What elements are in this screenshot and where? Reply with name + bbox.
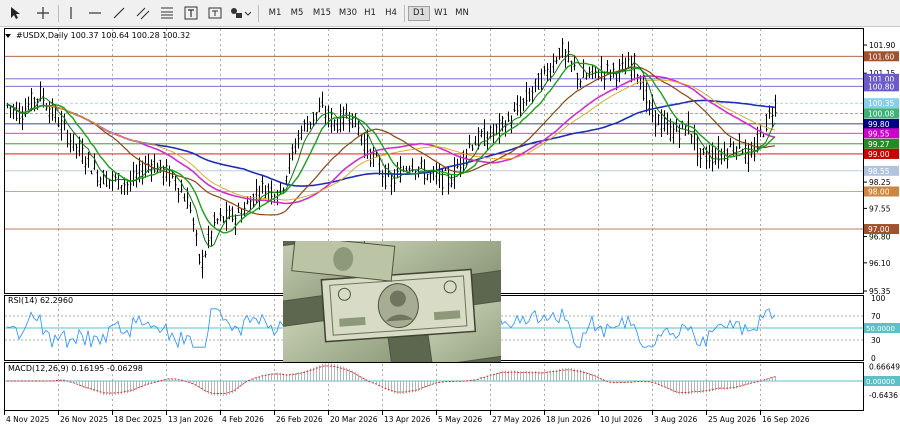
price-level-label: 100.08 bbox=[868, 109, 894, 118]
date-label: 4 Feb 2026 bbox=[222, 415, 264, 424]
date-label: 13 Jan 2026 bbox=[168, 415, 213, 424]
date-label: 3 Aug 2026 bbox=[654, 415, 697, 424]
toolbar-separator bbox=[58, 5, 59, 22]
date-label: 10 Jul 2026 bbox=[600, 415, 643, 424]
price-level-label: 101.60 bbox=[868, 52, 894, 61]
price-level-label: 100.80 bbox=[868, 82, 894, 91]
date-label: 20 Mar 2026 bbox=[330, 415, 378, 424]
chart-header: #USDX,Daily 100.37 100.64 100.28 100.32 bbox=[16, 31, 190, 40]
macd-tick-label: -0.6436 bbox=[869, 391, 898, 400]
date-label: 16 Sep 2026 bbox=[762, 415, 810, 424]
date-label: 5 May 2026 bbox=[438, 415, 482, 424]
price-level-label: 98.55 bbox=[868, 167, 890, 176]
shapes-icon[interactable] bbox=[228, 3, 252, 23]
vertical-line-icon[interactable] bbox=[64, 3, 78, 23]
price-tick-label: 97.55 bbox=[869, 204, 891, 213]
price-level-label: 99.80 bbox=[868, 120, 890, 129]
label-icon[interactable] bbox=[206, 3, 224, 23]
trend-line-icon[interactable] bbox=[110, 3, 128, 23]
chart-window[interactable]: 100 70 50.0000 30 0 0.66649 0.00000 -0.6436 4 … bbox=[0, 28, 900, 429]
timeframe-mn[interactable]: MN bbox=[453, 6, 471, 21]
timeframe-d1[interactable]: D1 bbox=[408, 6, 430, 21]
price-level-label: 99.55 bbox=[868, 129, 890, 138]
price-level-label: 100.35 bbox=[868, 99, 894, 108]
horizontal-line-icon[interactable] bbox=[86, 3, 104, 23]
price-tick-label: 98.25 bbox=[869, 178, 891, 187]
timeframe-m5[interactable]: M5 bbox=[287, 6, 307, 21]
price-tick-label: 96.10 bbox=[869, 259, 891, 268]
crosshair-icon[interactable] bbox=[34, 3, 52, 23]
timeframe-m30[interactable]: M30 bbox=[336, 6, 360, 21]
toolbar-separator bbox=[404, 5, 405, 22]
date-label: 18 Jun 2026 bbox=[546, 415, 591, 424]
macd-header: MACD(12,26,9) 0.16195 -0.06298 bbox=[8, 364, 143, 373]
date-label: 25 Aug 2026 bbox=[708, 415, 756, 424]
price-tick-label: 95.35 bbox=[869, 287, 891, 296]
date-label: 18 Dec 2025 bbox=[114, 415, 162, 424]
date-label: 13 Apr 2026 bbox=[384, 415, 431, 424]
price-level-label: 99.27 bbox=[868, 140, 890, 149]
price-tick-label: 101.90 bbox=[869, 41, 895, 50]
price-level-label: 97.00 bbox=[868, 225, 890, 234]
timeframe-w1[interactable]: W1 bbox=[431, 6, 451, 21]
price-level-label: 98.00 bbox=[868, 187, 890, 196]
timeframe-m15[interactable]: M15 bbox=[310, 6, 334, 21]
timeframe-h1[interactable]: H1 bbox=[361, 6, 379, 21]
text-icon[interactable] bbox=[182, 3, 200, 23]
macd-tick-label: 0.00000 bbox=[866, 378, 895, 386]
date-label: 26 Feb 2026 bbox=[276, 415, 323, 424]
date-label: 4 Nov 2025 bbox=[6, 415, 49, 424]
equidistant-channel-icon[interactable] bbox=[134, 3, 152, 23]
rsi-tick-label: 70 bbox=[871, 312, 881, 321]
date-label: 27 May 2026 bbox=[492, 415, 541, 424]
price-chart[interactable]: 1007050.0000300 0.666490.00000-0.6436 4 … bbox=[0, 28, 900, 429]
rsi-tick-label: 30 bbox=[871, 336, 881, 345]
toolbar-separator bbox=[258, 5, 259, 22]
dollar-bills-image bbox=[283, 241, 501, 362]
timeframe-m1[interactable]: M1 bbox=[265, 6, 285, 21]
date-label: 26 Nov 2025 bbox=[60, 415, 108, 424]
rsi-tick-label: 50.0000 bbox=[866, 325, 895, 333]
price-level-label: 99.00 bbox=[868, 150, 890, 159]
fibonacci-icon[interactable] bbox=[158, 3, 176, 23]
timeframe-h4[interactable]: H4 bbox=[382, 6, 400, 21]
macd-tick-label: 0.66649 bbox=[869, 362, 900, 371]
cursor-icon[interactable] bbox=[6, 3, 24, 23]
toolbar: M1 M5 M15 M30 H1 H4 D1 W1 MN bbox=[0, 0, 900, 27]
rsi-header: RSI(14) 62.2960 bbox=[8, 296, 73, 305]
